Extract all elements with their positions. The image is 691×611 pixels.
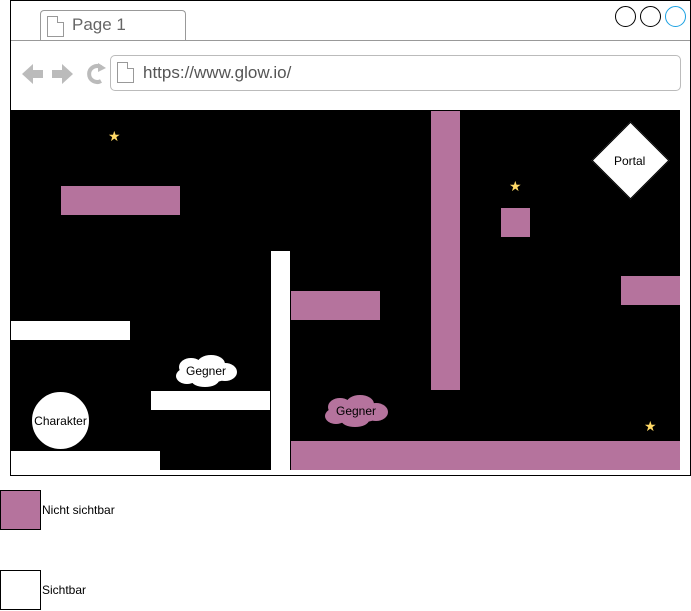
hidden-platform [61, 186, 180, 215]
url-page-icon [117, 62, 134, 83]
visible-floor [11, 451, 160, 470]
tab-title: Page 1 [72, 15, 126, 34]
tab-divider [11, 40, 690, 41]
nav-controls [22, 63, 106, 84]
maximize-button[interactable] [640, 6, 661, 27]
legend-swatch-visible [0, 570, 41, 610]
close-button[interactable] [665, 6, 686, 27]
legend-hidden-label: Nicht sichtbar [42, 503, 115, 517]
url-text[interactable]: https://www.glow.io/ [143, 63, 291, 83]
star-icon: ★ [509, 178, 522, 194]
enemy-visible-label: Gegner [186, 364, 227, 378]
hidden-wall [431, 111, 460, 390]
portal-label: Portal [614, 154, 646, 168]
minimize-button[interactable] [615, 6, 636, 27]
forward-arrow-icon [52, 64, 73, 84]
star-icon: ★ [644, 418, 657, 434]
hidden-block [501, 208, 530, 237]
legend-visible-label: Sichtbar [42, 583, 87, 597]
back-arrow-icon [22, 64, 43, 84]
character-label: Charakter [34, 413, 87, 428]
visible-platform [11, 321, 130, 340]
enemy-hidden-label: Gegner [336, 404, 377, 418]
hidden-platform [621, 276, 680, 305]
star-icon: ★ [108, 128, 121, 144]
visible-platform [151, 391, 270, 410]
hidden-platform [291, 291, 380, 320]
legend-swatch-hidden [0, 490, 41, 530]
visible-wall [271, 251, 290, 470]
character: Charakter [31, 391, 90, 450]
page-icon [47, 16, 64, 37]
hidden-floor [291, 441, 680, 470]
